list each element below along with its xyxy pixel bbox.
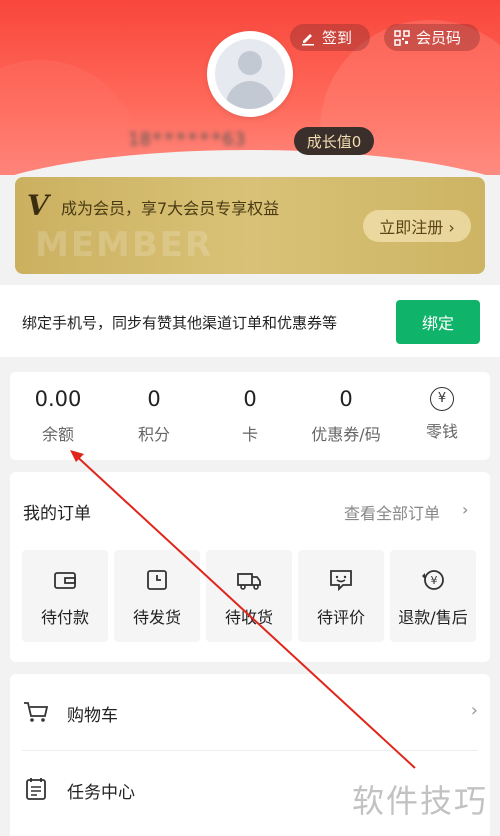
asset-value: 0 (243, 387, 257, 411)
cart-icon (24, 702, 49, 722)
asset-value: 0 (339, 387, 353, 411)
asset-points[interactable]: 0 积分 (106, 384, 202, 445)
truck-icon (237, 573, 261, 590)
default-user-icon (215, 39, 285, 109)
orders-panel: 我的订单 查看全部订单 › 待付款 待发货 待收货 待评价 ¥ 退款/售后 (10, 472, 490, 662)
vip-logo-icon: V (27, 189, 49, 222)
bind-phone-row: 绑定手机号，同步有赞其他渠道订单和优惠券等 绑定 (0, 285, 500, 357)
asset-value: 0.00 (34, 387, 82, 411)
growth-badge[interactable]: 成长值0 (294, 127, 374, 155)
signin-button[interactable]: 签到 (290, 24, 370, 51)
bind-phone-text: 绑定手机号，同步有赞其他渠道订单和优惠券等 (22, 314, 338, 332)
order-item-label: 待收货 (224, 608, 273, 627)
username: 18******63 (128, 129, 247, 150)
orders-title: 我的订单 (23, 504, 91, 524)
order-refund[interactable]: ¥ 退款/售后 (390, 550, 476, 642)
asset-balance[interactable]: 0.00 余额 (10, 384, 106, 445)
order-pending-payment[interactable]: 待付款 (22, 550, 108, 642)
bind-button[interactable]: 绑定 (396, 300, 480, 344)
asset-coupons[interactable]: 0 优惠券/码 (298, 384, 394, 445)
menu-item-label: 购物车 (67, 706, 118, 726)
pen-icon (302, 33, 314, 45)
asset-label: 积分 (137, 425, 170, 444)
order-item-label: 待发货 (132, 608, 181, 627)
asset-label: 零钱 (425, 422, 458, 441)
order-pending-review[interactable]: 待评价 (298, 550, 384, 642)
asset-cards[interactable]: 0 卡 (202, 384, 298, 445)
asset-change[interactable]: ¥ 零钱 (394, 384, 490, 442)
asset-label: 卡 (241, 425, 258, 444)
qrcode-icon (394, 29, 410, 46)
wallet-icon (54, 572, 76, 589)
box-clock-icon (147, 570, 167, 590)
task-icon (26, 778, 46, 800)
chevron-right-icon: › (470, 700, 478, 721)
member-code-label: 会员码 (416, 29, 462, 47)
asset-label: 余额 (41, 425, 74, 444)
order-item-label: 退款/售后 (398, 608, 468, 627)
order-pending-shipment[interactable]: 待发货 (114, 550, 200, 642)
register-button[interactable]: 立即注册 › (363, 210, 471, 242)
view-all-orders-link[interactable]: 查看全部订单 (344, 500, 440, 524)
signin-label: 签到 (322, 29, 353, 47)
menu-item-label: 任务中心 (67, 783, 135, 803)
asset-label: 优惠券/码 (311, 425, 381, 444)
svg-text:¥: ¥ (431, 574, 438, 587)
member-card[interactable]: V 成为会员，享7大会员专享权益 MEMBER 立即注册 › (15, 177, 485, 274)
menu-item-cart[interactable]: 购物车 › (22, 674, 478, 750)
order-item-label: 待付款 (40, 608, 89, 627)
avatar[interactable] (207, 31, 293, 117)
asset-value: 0 (147, 387, 161, 411)
order-item-label: 待评价 (316, 608, 365, 627)
order-pending-receipt[interactable]: 待收货 (206, 550, 292, 642)
member-code-button[interactable]: 会员码 (384, 24, 480, 51)
member-card-title: 成为会员，享7大会员专享权益 (61, 199, 280, 218)
refund-icon: ¥ (422, 570, 444, 590)
smile-chat-icon (330, 570, 352, 592)
yen-icon: ¥ (430, 387, 454, 411)
member-watermark: MEMBER (35, 225, 214, 265)
site-watermark: 软件技巧 (352, 782, 489, 820)
assets-panel: 0.00 余额 0 积分 0 卡 0 优惠券/码 ¥ 零钱 (10, 372, 490, 460)
chevron-right-icon[interactable]: › (462, 500, 468, 519)
